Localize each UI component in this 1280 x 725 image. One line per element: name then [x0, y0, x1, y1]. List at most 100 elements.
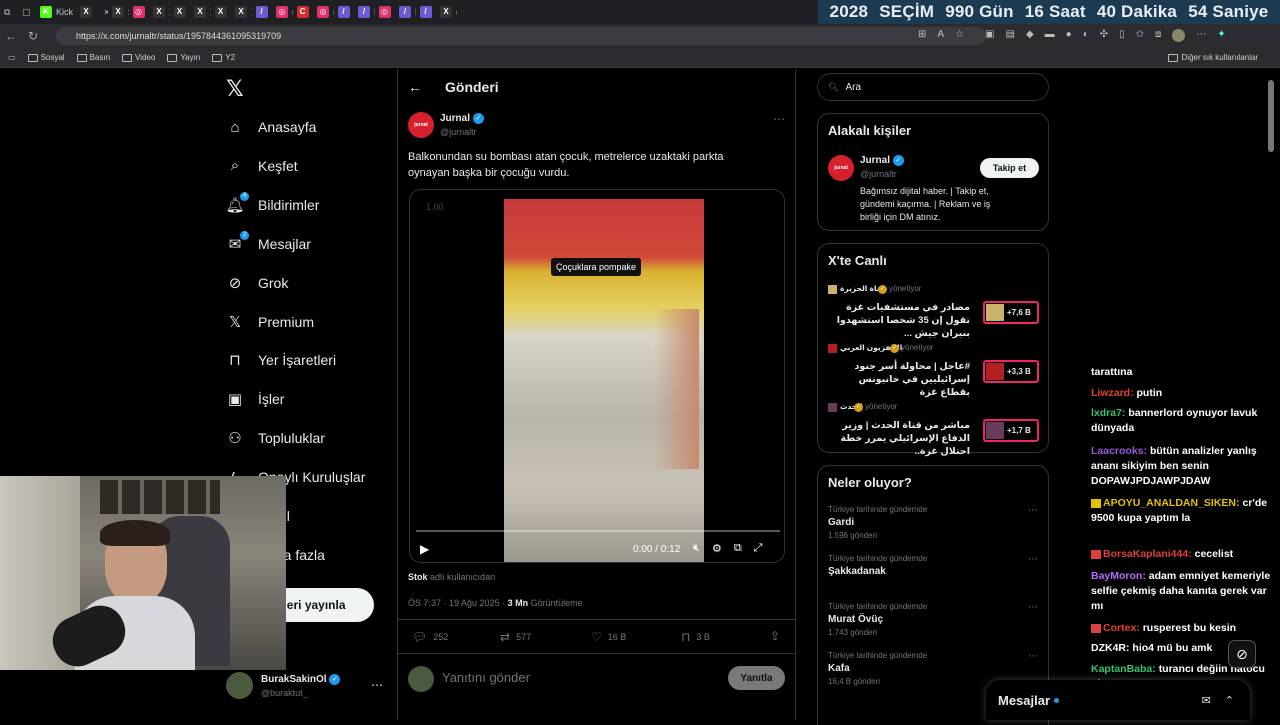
trend-item[interactable]: Türkiye tarihinde gündemde Gardi 1.596 gön… [828, 505, 1038, 540]
related-name[interactable]: Jurnal [860, 155, 890, 166]
nav-item-1[interactable]: ⌂ Anasayfa [226, 112, 316, 142]
post-more-icon[interactable]: ⋯ [773, 112, 785, 126]
menu-dots-icon[interactable]: ⋯ [1196, 29, 1206, 42]
browser-tab[interactable]: ◎(9) I [375, 0, 395, 24]
extensions-puzzle-icon[interactable]: ✣ [1100, 29, 1108, 42]
messages-drawer[interactable]: Mesajlar ✉ ⌃ [986, 680, 1250, 720]
bookmark-folder[interactable]: Video [122, 53, 155, 62]
trend-item[interactable]: Türkiye tarihinde gündemde Murat Övüç 1.74… [828, 602, 1038, 637]
favorites-icon[interactable]: ✩ [1136, 29, 1144, 42]
extension-icon[interactable]: ● [1066, 29, 1072, 42]
nav-item-9[interactable]: ⚇ Topluluklar [226, 423, 325, 453]
read-aloud-icon[interactable]: A [937, 29, 944, 42]
reply-input[interactable]: Yanıtını gönder [442, 670, 530, 685]
browser-tab[interactable]: ◎(9) I [313, 0, 334, 24]
browser-tab[interactable]: ◎(9) I [272, 0, 293, 24]
tab-actions-icon[interactable]: ▢ [18, 0, 36, 24]
nav-item-3[interactable]: 🔔︎ 4 Bildirimler [225, 190, 319, 220]
trend-more-icon[interactable]: ⋯ [1028, 651, 1038, 662]
collections-icon[interactable]: ⧈ [1155, 29, 1161, 42]
trend-more-icon[interactable]: ⋯ [1028, 602, 1038, 613]
page-scrollbar-thumb[interactable] [1268, 80, 1274, 152]
nav-item-7[interactable]: ⊓ Yer İşaretleri [226, 345, 336, 375]
browser-tab[interactable]: /Ligh [354, 0, 375, 24]
nav-item-6[interactable]: 𝕏 Premium [226, 307, 314, 337]
reload-icon[interactable]: ↻ [22, 29, 44, 43]
grok-floating-icon[interactable]: ⊘ [1228, 640, 1256, 668]
split-screen-icon[interactable]: ▯ [1119, 29, 1125, 42]
profile-avatar[interactable] [1172, 29, 1186, 42]
fullscreen-icon[interactable]: ⤢ [754, 542, 763, 555]
browser-tab[interactable]: ◎(9) I [129, 0, 149, 24]
browser-tab[interactable]: Xx.co [108, 0, 129, 24]
new-message-icon[interactable]: ✉ [1202, 694, 1211, 707]
browser-tab[interactable]: /Ligh [334, 0, 354, 24]
video-progress-track[interactable] [416, 530, 780, 532]
play-icon[interactable]: ▶ [420, 542, 429, 556]
bookmark-folder[interactable]: Basın [76, 53, 110, 62]
browser-tab[interactable]: /Ligh [252, 0, 272, 24]
other-bookmarks[interactable]: Diğer sık kullanılanlar [1182, 53, 1258, 62]
author-handle[interactable]: @jurnaltr [440, 127, 477, 137]
extension-icon[interactable]: ◐ [1083, 29, 1089, 42]
copilot-icon[interactable]: ✦ [1217, 29, 1225, 42]
reading-list-icon[interactable]: ▭ [8, 53, 16, 62]
browser-tab[interactable]: XX'te [170, 0, 190, 24]
pip-icon[interactable]: ⧉ [734, 542, 742, 555]
mute-icon[interactable]: 🔇︎ [693, 542, 700, 555]
back-arrow-icon[interactable]: ← [408, 79, 422, 95]
author-name[interactable]: Jurnal [440, 113, 470, 124]
nav-item-8[interactable]: ▣ İşler [226, 384, 285, 414]
extension-icon[interactable]: ▬ [1045, 29, 1055, 42]
video-player[interactable]: 1.00 Çoçuklara pompake ▶ 0:00 / 0:12 🔇︎ … [409, 189, 785, 563]
live-item[interactable]: التلفزيون العربي ✓ yönetiyor #عاجل | محاولة… [818, 341, 1048, 399]
browser-tab[interactable]: K Kick [36, 0, 76, 24]
author-avatar[interactable]: jurnal [408, 112, 434, 138]
browser-tab[interactable]: XX'te [149, 0, 170, 24]
browser-tab[interactable]: X × [76, 0, 108, 24]
expand-icon[interactable]: ⌃ [1225, 694, 1234, 707]
bookmark-action[interactable]: ⊓ 3 B [681, 630, 710, 644]
trend-item[interactable]: Türkiye tarihinde gündemde Şakkadanak ⋯ [828, 554, 1038, 577]
x-logo-icon[interactable]: 𝕏 [226, 78, 248, 100]
favorite-star-icon[interactable]: ☆ [955, 29, 964, 42]
nav-item-2[interactable]: ⌕ Keşfet [226, 151, 298, 181]
app-icon[interactable]: ⊞ [918, 29, 926, 42]
browser-tab[interactable]: XX'te [190, 0, 211, 24]
live-item[interactable]: قناة الجزيرة ✓ yönetiyor مصادر في مستشفيات … [818, 282, 1048, 340]
related-avatar[interactable]: jurnal [828, 155, 854, 181]
account-switcher[interactable]: BurakSakinOl ✓ @buraktut_ ⋯ [226, 672, 386, 700]
workspace-icon[interactable]: ⧉ [0, 0, 18, 24]
browser-tab[interactable]: CMeh [293, 0, 313, 24]
trend-more-icon[interactable]: ⋯ [1028, 554, 1038, 565]
bookmark-folder[interactable]: Y2 [212, 53, 235, 62]
bookmark-folder[interactable]: Yayın [167, 53, 200, 62]
share-icon[interactable]: ⇪ [770, 629, 780, 643]
nav-item-5[interactable]: ⊘ Grok [226, 268, 289, 298]
extension-icon[interactable]: ◆ [1026, 29, 1034, 42]
follow-button[interactable]: Takip et [980, 158, 1039, 178]
repost-action[interactable]: ⇄ 577 [500, 630, 531, 644]
reply-button[interactable]: Yanıtla [728, 666, 785, 690]
post-timestamp[interactable]: ÖS 7:37 · 19 Ağu 2025 · [408, 598, 505, 608]
browser-tab[interactable]: XX'te [231, 0, 252, 24]
related-handle[interactable]: @jurnaltr [860, 169, 897, 179]
back-icon[interactable]: ← [0, 29, 22, 43]
browser-tab[interactable]: /Ligh [395, 0, 416, 24]
live-item[interactable]: الحدث ✓ yönetiyor مباشر من قناة الحدث | وزي… [818, 400, 1048, 458]
account-more-icon[interactable]: ⋯ [371, 678, 383, 692]
search-input[interactable]: Ara [845, 82, 861, 93]
nav-item-4[interactable]: ✉ 2 Mesajlar [226, 229, 311, 259]
browser-tab[interactable]: /Ligh [416, 0, 436, 24]
search-box[interactable]: 🔍︎ Ara [817, 73, 1049, 101]
like-action[interactable]: ♡ 16 B [591, 630, 626, 644]
trend-more-icon[interactable]: ⋯ [1028, 505, 1038, 516]
browser-tab[interactable]: X (6) X [436, 0, 457, 24]
extension-icon[interactable]: ▣ [985, 29, 994, 42]
bookmark-folder[interactable]: Sosyal [27, 53, 65, 62]
browser-tab[interactable]: Xx.co [211, 0, 231, 24]
stock-user[interactable]: Stok [408, 572, 428, 582]
extension-icon[interactable]: ▤ [1005, 29, 1014, 42]
settings-gear-icon[interactable]: ⚙ [712, 542, 722, 555]
url-bar[interactable]: https://x.com/jurnaltr/status/1957844361… [56, 27, 986, 45]
